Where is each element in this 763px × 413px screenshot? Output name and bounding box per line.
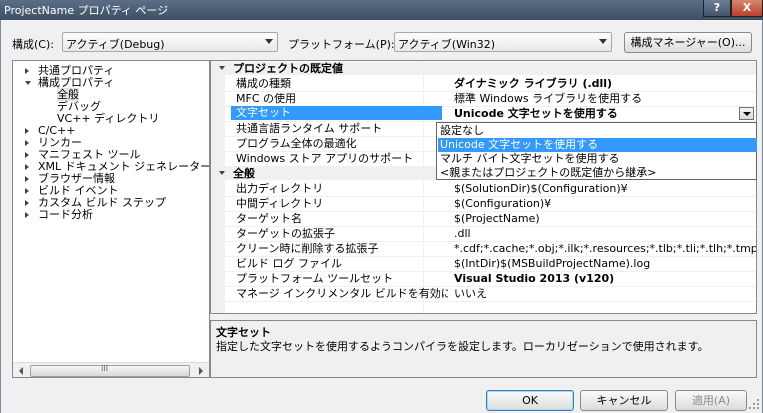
- resize-grip-icon[interactable]: [748, 398, 760, 410]
- property-row[interactable]: クリーン時に削除する拡張子 *.cdf;*.cache;*.obj;*.ilk;*…: [225, 241, 756, 257]
- property-name: 共通言語ランタイム サポート: [236, 122, 383, 135]
- platform-label: プラットフォーム(P):: [288, 38, 395, 51]
- grid-gutter: [211, 61, 225, 313]
- property-name: MFC の使用: [236, 92, 296, 105]
- property-name: プラットフォーム ツールセット: [236, 272, 394, 285]
- scroll-left-icon[interactable]: [14, 364, 29, 377]
- dropdown-option[interactable]: マルチ バイト文字セットを使用する: [438, 152, 757, 166]
- cancel-button[interactable]: キャンセル: [580, 390, 668, 411]
- property-row[interactable]: ターゲットの拡張子 .dll: [225, 226, 756, 242]
- chevron-down-icon: [743, 112, 751, 116]
- property-value: *.cdf;*.cache;*.obj;*.ilk;*.resources;*.…: [454, 242, 756, 255]
- property-name: 中間ディレクトリ: [236, 197, 324, 210]
- property-value: いいえ: [454, 287, 487, 300]
- expand-icon[interactable]: [25, 128, 29, 134]
- property-row[interactable]: 文字セット Unicode 文字セットを使用する: [225, 106, 756, 122]
- property-row[interactable]: 出力ディレクトリ $(SolutionDir)$(Configuration)¥: [225, 181, 756, 197]
- scroll-right-icon[interactable]: [193, 364, 208, 377]
- charset-dropdown-list[interactable]: 設定なし Unicode 文字セットを使用する マルチ バイト文字セットを使用する <…: [436, 122, 757, 180]
- property-name: 出力ディレクトリ: [236, 182, 324, 195]
- dropdown-option[interactable]: 設定なし: [438, 124, 757, 138]
- property-name: Windows ストア アプリのサポート: [236, 152, 414, 165]
- property-value: $(Configuration)¥: [454, 197, 552, 210]
- charset-dropdown-button[interactable]: [739, 107, 754, 120]
- ok-button[interactable]: OK: [486, 390, 574, 411]
- config-label: 構成(C):: [12, 38, 54, 51]
- property-value[interactable]: Unicode 文字セットを使用する: [454, 107, 618, 120]
- tree-item-label: コード分析: [38, 208, 93, 221]
- property-grid[interactable]: プロジェクトの既定値 構成の種類 ダイナミック ライブラリ (.dll) MFC の…: [210, 60, 757, 314]
- property-name: プログラム全体の最適化: [236, 137, 357, 150]
- collapse-icon[interactable]: [25, 81, 31, 85]
- property-value: .dll: [454, 227, 471, 240]
- collapse-icon[interactable]: [219, 66, 225, 70]
- property-name: マネージ インクリメンタル ビルドを有効にする: [236, 287, 448, 300]
- property-value: Visual Studio 2013 (v120): [454, 272, 615, 285]
- property-name: ビルド ログ ファイル: [236, 257, 342, 270]
- property-name: 構成の種類: [236, 77, 291, 90]
- tree-horizontal-scrollbar[interactable]: III: [13, 362, 209, 377]
- platform-select-value: アクティブ(Win32): [398, 38, 496, 51]
- property-tree[interactable]: 共通プロパティ 構成プロパティ 全般 デバッグ VC++ ディレクトリ C/C++ リンカー…: [12, 60, 210, 378]
- close-button[interactable]: X: [731, 0, 763, 17]
- category-defaults[interactable]: プロジェクトの既定値: [211, 62, 756, 75]
- config-select-value: アクティブ(Debug): [66, 38, 165, 51]
- category-general-label: 全般: [233, 167, 255, 180]
- scroll-thumb-grip: III: [101, 364, 109, 373]
- property-row[interactable]: プラットフォーム ツールセット Visual Studio 2013 (v120): [225, 271, 756, 287]
- property-value: $(IntDir)$(MSBuildProjectName).log: [454, 257, 651, 270]
- expand-icon[interactable]: [25, 176, 29, 182]
- description-text: 指定した文字セットを使用するようコンパイラを設定します。ローカリゼーションで使用…: [216, 340, 709, 353]
- config-select[interactable]: アクティブ(Debug): [62, 32, 278, 52]
- expand-icon[interactable]: [25, 188, 29, 194]
- property-value: ダイナミック ライブラリ (.dll): [454, 77, 613, 90]
- expand-icon[interactable]: [25, 212, 29, 218]
- help-button[interactable]: ?: [703, 0, 731, 17]
- expand-icon[interactable]: [25, 164, 29, 170]
- chevron-down-icon: [265, 39, 273, 44]
- apply-button[interactable]: 適用(A): [675, 390, 747, 411]
- expand-icon[interactable]: [25, 152, 29, 158]
- description-panel: 文字セット 指定した文字セットを使用するようコンパイラを設定します。ローカリゼー…: [210, 320, 757, 378]
- property-value: 標準 Windows ライブラリを使用する: [454, 92, 643, 105]
- property-value: $(ProjectName): [454, 212, 540, 225]
- property-name: ターゲットの拡張子: [236, 227, 335, 240]
- property-row[interactable]: 中間ディレクトリ $(Configuration)¥: [225, 196, 756, 212]
- property-row[interactable]: マネージ インクリメンタル ビルドを有効にするいいえ: [225, 286, 756, 302]
- scroll-thumb[interactable]: III: [30, 364, 190, 377]
- dropdown-option[interactable]: Unicode 文字セットを使用する: [438, 138, 757, 152]
- property-name: ターゲット名: [236, 212, 302, 225]
- property-row[interactable]: ビルド ログ ファイル $(IntDir)$(MSBuildProjectName…: [225, 256, 756, 272]
- category-defaults-label: プロジェクトの既定値: [233, 62, 343, 75]
- property-value: $(SolutionDir)$(Configuration)¥: [454, 182, 628, 195]
- title-bar[interactable]: ProjectName プロパティ ページ ? X: [0, 0, 763, 20]
- collapse-icon[interactable]: [219, 171, 225, 175]
- platform-select[interactable]: アクティブ(Win32): [394, 32, 612, 52]
- expand-icon[interactable]: [25, 200, 29, 206]
- property-name: 文字セット: [231, 106, 442, 120]
- expand-icon[interactable]: [25, 140, 29, 146]
- dropdown-option[interactable]: <親またはプロジェクトの既定値から継承>: [438, 166, 757, 180]
- property-row[interactable]: 構成の種類 ダイナミック ライブラリ (.dll): [225, 76, 756, 92]
- property-row[interactable]: MFC の使用 標準 Windows ライブラリを使用する: [225, 91, 756, 107]
- window-title: ProjectName プロパティ ページ: [4, 4, 169, 17]
- property-name: クリーン時に削除する拡張子: [236, 242, 379, 255]
- chevron-down-icon: [599, 39, 607, 44]
- property-row[interactable]: ターゲット名 $(ProjectName): [225, 211, 756, 227]
- config-manager-button[interactable]: 構成マネージャー(O)...: [624, 32, 752, 53]
- expand-icon[interactable]: [25, 68, 29, 74]
